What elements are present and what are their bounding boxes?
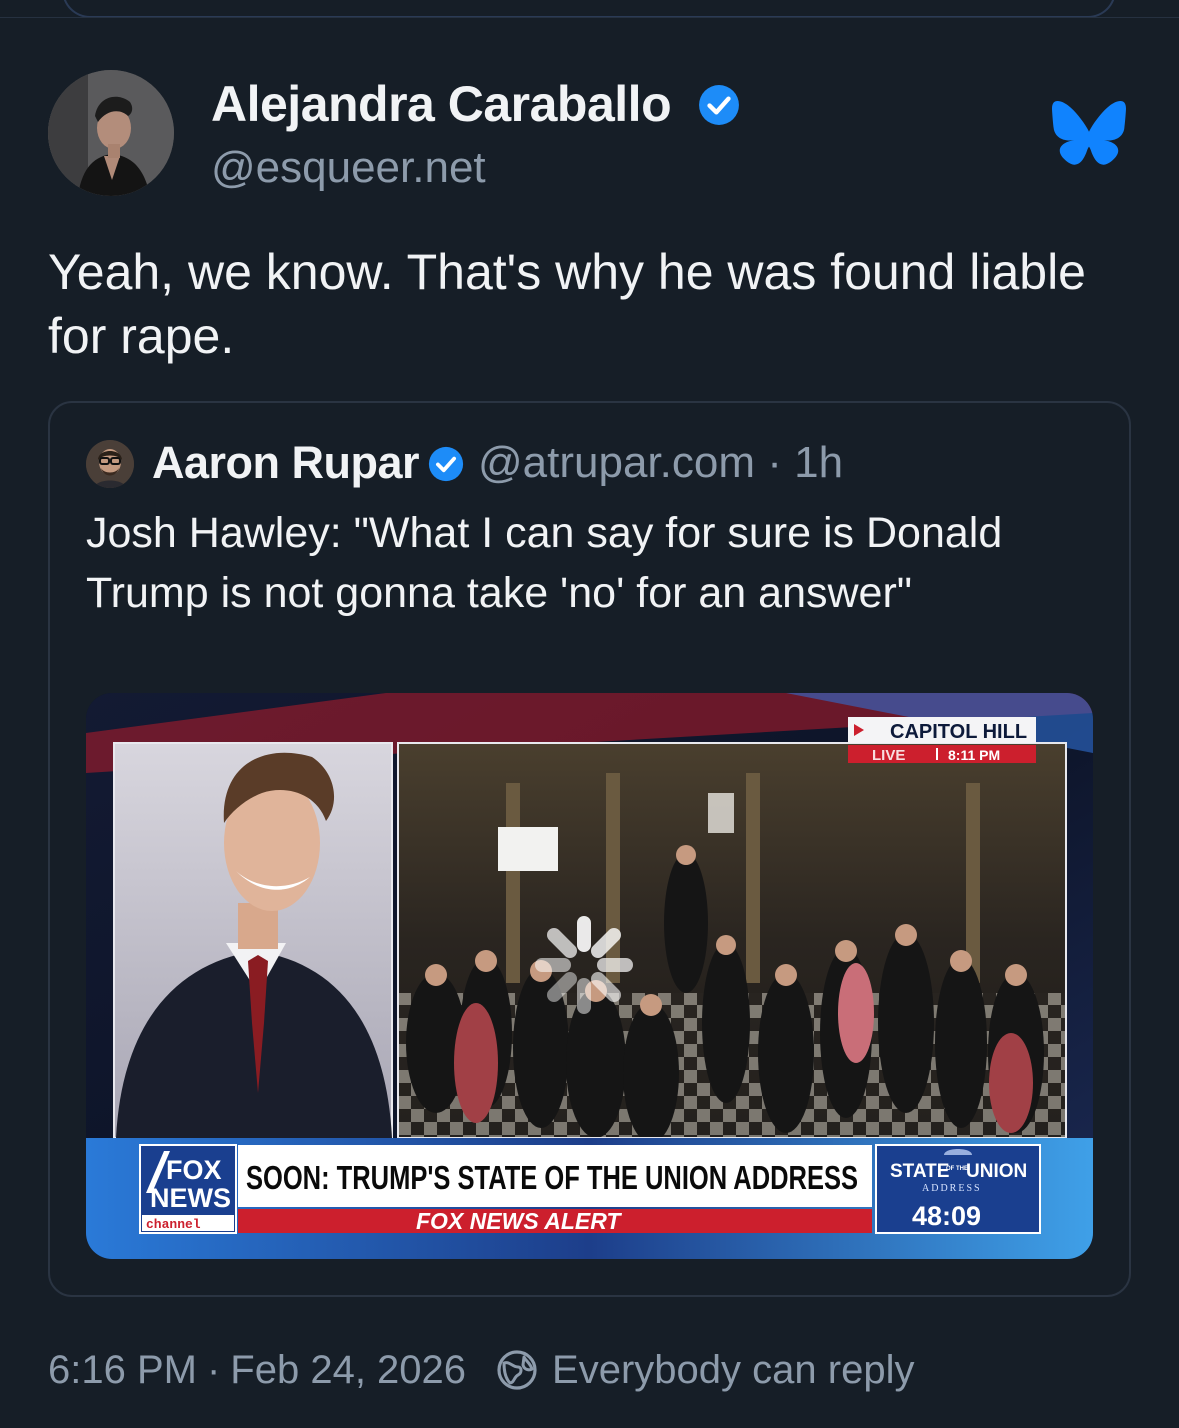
video-thumbnail[interactable]: CAPITOL HILL LIVE 8:11 PM FOX NEWS chann… [86,693,1093,1259]
post-footer: 6:16 PM · Feb 24, 2026 Everybody can rep… [48,1344,914,1396]
quote-text: Josh Hawley: "What I can say for sure is… [86,509,1003,617]
sotu-of-the: OF THE [946,1166,968,1172]
quote-author-avatar[interactable] [86,440,134,488]
post-date[interactable]: Feb 24, 2026 [230,1348,466,1393]
network-logo-channel: channel [146,1217,201,1232]
author-avatar[interactable] [48,70,174,196]
location-label: CAPITOL HILL [890,721,1027,743]
verified-badge-icon [699,85,739,125]
alert-label: FOX NEWS ALERT [416,1208,622,1234]
live-label: LIVE [872,747,905,764]
previous-post-card-edge [62,0,1116,18]
live-time: 8:11 PM [948,747,1000,763]
reply-setting[interactable]: Everybody can reply [552,1348,914,1393]
network-logo-news: NEWS [150,1183,231,1213]
post-time[interactable]: 6:16 PM [48,1348,197,1393]
sotu-union: UNION [966,1161,1027,1182]
author-handle[interactable]: @esqueer.net [211,143,486,193]
quote-author-name[interactable]: Aaron Rupar [152,437,420,489]
post-text: Yeah, we know. That's why he was found l… [48,244,1086,364]
network-logo-fox: FOX [166,1155,222,1185]
headline: SOON: TRUMP'S STATE OF THE UNION ADDRESS [246,1159,858,1196]
author-name[interactable]: Alejandra Caraballo [211,75,672,133]
globe-icon [497,1350,537,1390]
sotu-state: STATE [890,1161,949,1182]
quote-handle-time[interactable]: @atrupar.com · 1h [478,438,843,488]
sotu-address: ADDRESS [922,1183,982,1194]
verified-badge-icon [428,446,464,482]
bluesky-butterfly-icon [1052,101,1126,165]
footer-separator: · [206,1347,221,1392]
divider [0,17,1179,18]
countdown: 48:09 [912,1201,981,1231]
